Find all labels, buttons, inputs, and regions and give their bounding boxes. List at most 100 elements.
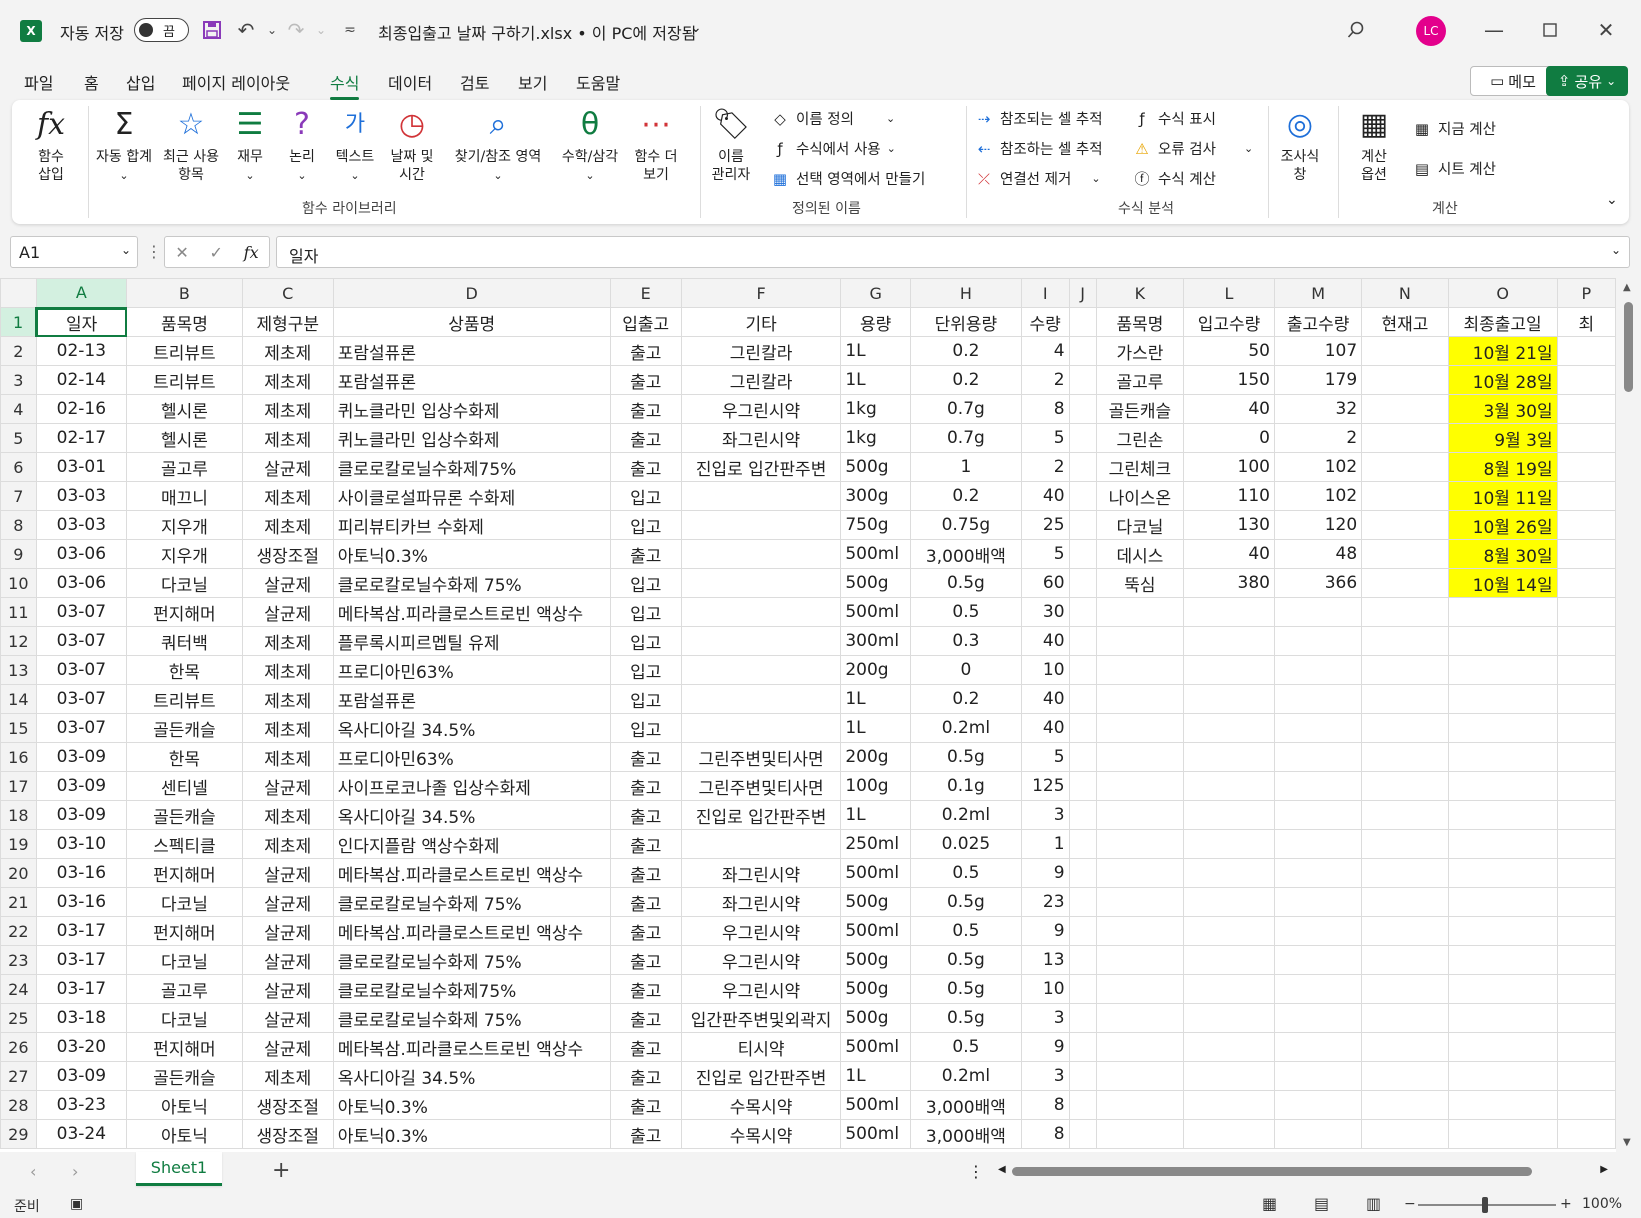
cell[interactable]: 출고: [609, 945, 682, 975]
cell[interactable]: 03-17: [35, 916, 128, 946]
cell[interactable]: 출고: [609, 800, 682, 830]
cell[interactable]: 우그린시약: [680, 945, 842, 975]
cell[interactable]: 클로로칼로닐수화제 75%: [332, 568, 611, 598]
cell[interactable]: 스펙티클: [126, 829, 243, 859]
cell[interactable]: 102: [1273, 481, 1363, 511]
last-out-date-cell[interactable]: 9월 3일: [1447, 423, 1558, 453]
cell[interactable]: 메타복삼.피라클로스트로빈 액상수: [332, 916, 611, 946]
cell[interactable]: [1068, 336, 1097, 366]
cell[interactable]: 03-17: [35, 974, 128, 1004]
cell[interactable]: 130: [1183, 510, 1275, 540]
cell[interactable]: [1095, 771, 1185, 801]
cell[interactable]: 03-16: [35, 887, 128, 917]
header-cell[interactable]: 출고수량: [1273, 307, 1363, 337]
cell[interactable]: [1183, 771, 1275, 801]
row-header[interactable]: 22: [0, 916, 37, 946]
cell[interactable]: 03-24: [35, 1119, 128, 1149]
cell[interactable]: [1556, 452, 1616, 482]
cell[interactable]: [1556, 1119, 1616, 1149]
redo-dropdown-icon[interactable]: ⌄: [305, 14, 337, 46]
cell[interactable]: [1183, 858, 1275, 888]
cell[interactable]: 3,000배액: [909, 539, 1022, 569]
column-header[interactable]: A: [35, 278, 128, 309]
cell[interactable]: [1183, 887, 1275, 917]
tab-file[interactable]: 파일: [24, 70, 53, 94]
cell[interactable]: [1183, 742, 1275, 772]
cell[interactable]: 0.75g: [909, 510, 1022, 540]
cell[interactable]: 제초제: [241, 684, 334, 714]
cell[interactable]: [1361, 626, 1449, 656]
cell[interactable]: 0.5g: [909, 1003, 1022, 1033]
cell[interactable]: [1556, 336, 1616, 366]
collapse-ribbon-icon[interactable]: ⌄: [1606, 192, 1618, 208]
cell[interactable]: 제초제: [241, 626, 334, 656]
cell[interactable]: 프로디아민63%: [332, 742, 611, 772]
cell[interactable]: 03-09: [35, 771, 128, 801]
cell[interactable]: 1L: [840, 713, 911, 743]
define-name-button[interactable]: ◇ 이름 정의 ⌄: [770, 108, 895, 129]
formula-input[interactable]: 일자 ⌄: [276, 236, 1630, 268]
cell[interactable]: 0.5g: [909, 887, 1022, 917]
cell[interactable]: [1183, 597, 1275, 627]
hscroll-thumb[interactable]: [1012, 1167, 1532, 1176]
row-header[interactable]: 1: [0, 307, 38, 337]
cell[interactable]: 03-07: [35, 684, 128, 714]
cell[interactable]: [1447, 684, 1558, 714]
cell[interactable]: [1447, 800, 1558, 830]
cell[interactable]: 옥사디아길 34.5%: [332, 713, 611, 743]
cell[interactable]: 0: [909, 655, 1022, 685]
cell[interactable]: [1447, 1119, 1558, 1149]
row-header[interactable]: 24: [0, 974, 37, 1004]
cell[interactable]: 살균제: [241, 452, 334, 482]
cell[interactable]: 진입로 입간판주변: [680, 452, 842, 482]
cell[interactable]: [1095, 1032, 1185, 1062]
cell[interactable]: 출고: [609, 742, 682, 772]
cell[interactable]: [1068, 684, 1097, 714]
cell[interactable]: [1361, 481, 1449, 511]
row-header[interactable]: 15: [0, 713, 37, 743]
cell[interactable]: [1068, 1119, 1097, 1149]
cell[interactable]: 아토닉0.3%: [332, 539, 611, 569]
cell[interactable]: [1556, 510, 1616, 540]
cell[interactable]: 아토닉0.3%: [332, 1119, 611, 1149]
close-icon[interactable]: ✕: [1590, 14, 1622, 46]
watch-window-button[interactable]: ◎ 조사식 창: [1274, 106, 1326, 184]
scroll-up-icon[interactable]: ▲: [1623, 282, 1631, 293]
fx-insert-icon[interactable]: fx: [244, 243, 259, 262]
header-cell[interactable]: 단위용량: [909, 307, 1022, 337]
row-header[interactable]: 27: [0, 1061, 37, 1091]
cell[interactable]: 0.2ml: [909, 713, 1022, 743]
cell[interactable]: 사이클로설파뮤론 수화제: [332, 481, 611, 511]
cell[interactable]: [1183, 1061, 1275, 1091]
cell[interactable]: [1273, 1061, 1363, 1091]
header-cell[interactable]: 최: [1556, 307, 1616, 337]
row-header[interactable]: 25: [0, 1003, 37, 1033]
cell[interactable]: 03-07: [35, 713, 128, 743]
cell[interactable]: 03-06: [35, 568, 128, 598]
cell[interactable]: 1L: [840, 800, 911, 830]
cell[interactable]: [1556, 713, 1616, 743]
cell[interactable]: [1361, 1003, 1449, 1033]
recent-functions-button[interactable]: ☆ 최근 사용 항목: [158, 106, 224, 184]
cell[interactable]: [1361, 539, 1449, 569]
cell[interactable]: [680, 626, 842, 656]
cell[interactable]: [1361, 916, 1449, 946]
cell[interactable]: [1556, 655, 1616, 685]
cell[interactable]: [1361, 1032, 1449, 1062]
cell[interactable]: [1556, 423, 1616, 453]
error-check-button[interactable]: ⚠ 오류 검사 ⌄: [1132, 138, 1253, 159]
cell[interactable]: 03-16: [35, 858, 128, 888]
cell[interactable]: 0.2: [909, 365, 1022, 395]
cell[interactable]: 03-23: [35, 1090, 128, 1120]
row-header[interactable]: 19: [0, 829, 37, 859]
cell[interactable]: 입고: [609, 568, 682, 598]
worksheet-grid[interactable]: ABCDEFGHIJKLMNOP 1 일자 품목명 제형구분 상품명 입출고 기타 용량 단위용…: [0, 278, 1616, 1152]
cell[interactable]: [680, 568, 842, 598]
cell[interactable]: 10: [1020, 655, 1070, 685]
cell[interactable]: [1068, 568, 1097, 598]
cell[interactable]: [1556, 481, 1616, 511]
cell[interactable]: 트리뷰트: [126, 684, 243, 714]
minimize-icon[interactable]: —: [1478, 14, 1510, 46]
vertical-scrollbar[interactable]: ▲ ▼: [1616, 278, 1641, 1152]
cell[interactable]: 진입로 입간판주변: [680, 1061, 842, 1091]
